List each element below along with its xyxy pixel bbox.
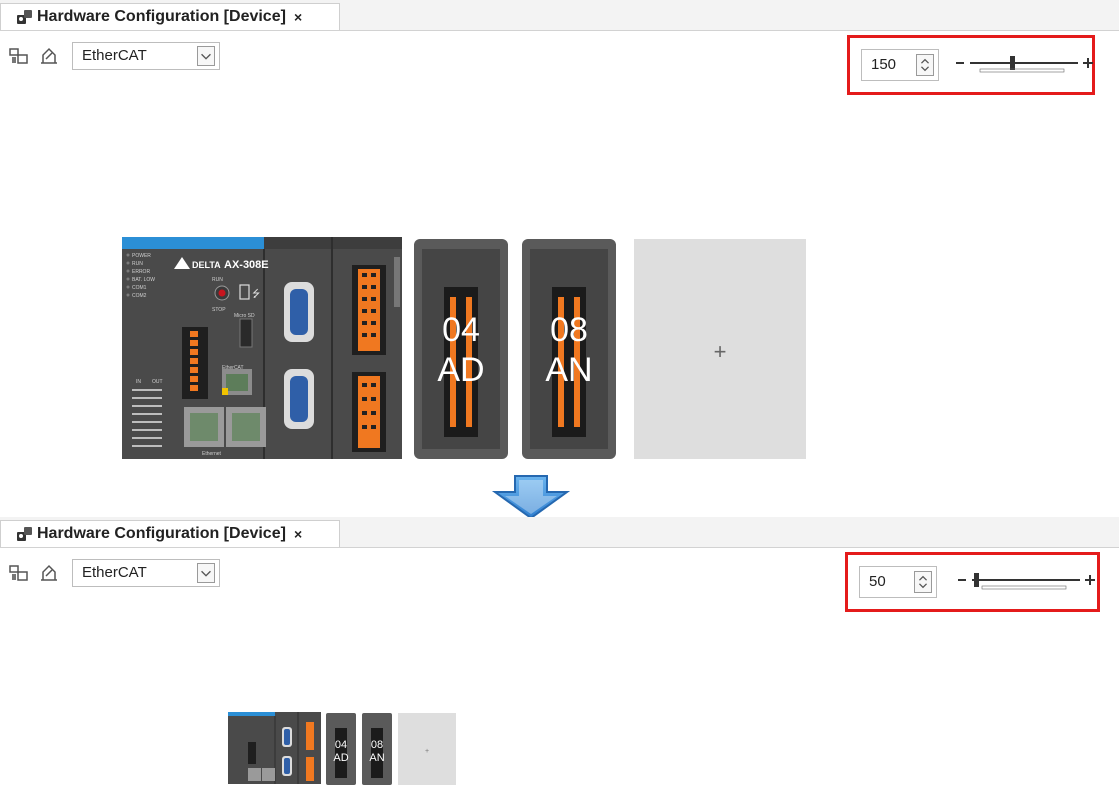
cpu-module[interactable]: POWER RUN ERROR BAT. LOW COM1 COM2 RUN S… <box>122 237 402 459</box>
cpu-module[interactable] <box>228 712 321 784</box>
scan-icon[interactable] <box>38 562 60 584</box>
tab-title: Hardware Configuration [Device] <box>37 525 286 542</box>
scan-icon[interactable] <box>38 45 60 67</box>
out-label: OUT <box>152 379 163 385</box>
io-module-08an[interactable]: 08 AN <box>522 239 616 459</box>
tab-hardware-configuration[interactable]: Hardware Configuration [Device] × <box>0 3 340 30</box>
led-label: COM2 <box>132 293 147 299</box>
protocol-value: EtherCAT <box>82 47 147 64</box>
module-type: AN <box>369 752 384 764</box>
spin-updown-icon[interactable] <box>914 571 932 593</box>
brand-label: DELTA <box>192 260 221 270</box>
add-module-slot[interactable]: + <box>634 239 806 459</box>
tab-hardware-configuration[interactable]: Hardware Configuration [Device] × <box>0 520 340 547</box>
close-icon[interactable]: × <box>294 526 302 542</box>
protocol-select[interactable]: EtherCAT <box>72 42 220 70</box>
led-label: BAT. LOW <box>132 277 155 283</box>
io-module-04ad[interactable]: 04 AD <box>326 713 356 785</box>
device-rack-drawing: 04 AD 08 AN + <box>228 712 456 785</box>
close-icon[interactable]: × <box>294 9 302 25</box>
device-tree-icon[interactable] <box>8 45 30 67</box>
microsd-label: Micro SD <box>234 313 255 319</box>
device-rack-drawing: POWER RUN ERROR BAT. LOW COM1 COM2 RUN S… <box>122 237 806 459</box>
zoom-slider[interactable] <box>952 568 1102 598</box>
zoom-slider[interactable] <box>950 51 1100 81</box>
led-label: RUN <box>132 261 143 267</box>
in-label: IN <box>136 379 141 385</box>
hardware-tab-icon <box>17 527 32 541</box>
module-type: AD <box>437 351 484 389</box>
arrow-down-icon <box>491 475 571 520</box>
hardware-tab-icon <box>17 10 32 24</box>
hardware-config-panel-zoom-150: Hardware Configuration [Device] × EtherC… <box>0 0 1119 470</box>
spin-updown-icon[interactable] <box>916 54 934 76</box>
protocol-select[interactable]: EtherCAT <box>72 559 220 587</box>
tab-bar: Hardware Configuration [Device] × <box>0 517 1119 548</box>
module-code: 08 <box>550 311 588 349</box>
zoom-value: 150 <box>871 56 897 73</box>
zoom-control-highlight: 150 <box>847 35 1095 95</box>
zoom-input[interactable]: 150 <box>861 49 939 81</box>
device-tree-icon[interactable] <box>8 562 30 584</box>
io-module-04ad[interactable]: 04 AD <box>414 239 508 459</box>
led-label: COM1 <box>132 285 147 291</box>
add-module-slot[interactable]: + <box>398 713 456 785</box>
toolbar: EtherCAT 50 <box>0 552 1119 612</box>
led-label: ERROR <box>132 269 150 275</box>
zoom-value: 50 <box>869 573 886 590</box>
device-rack: POWER RUN ERROR BAT. LOW COM1 COM2 RUN S… <box>122 237 812 462</box>
zoom-thumb <box>974 573 979 587</box>
device-rack: 04 AD 08 AN + <box>228 712 460 788</box>
dropdown-arrow-icon[interactable] <box>197 563 215 583</box>
led-label: POWER <box>132 253 151 259</box>
ethernet-label: Ethernet <box>202 451 222 457</box>
tab-bar: Hardware Configuration [Device] × <box>0 0 1119 31</box>
io-module-08an[interactable]: 08 AN <box>362 713 392 785</box>
run-label: RUN <box>212 277 223 283</box>
stop-label: STOP <box>212 307 226 313</box>
add-slot-plus: + <box>714 339 727 364</box>
module-code: 04 <box>335 739 347 751</box>
add-slot-plus: + <box>425 748 429 755</box>
toolbar: EtherCAT 150 <box>0 35 1119 95</box>
module-code: 04 <box>442 311 480 349</box>
zoom-input[interactable]: 50 <box>859 566 937 598</box>
zoom-thumb <box>1010 56 1015 70</box>
svg-text:⭍: ⭍ <box>252 288 260 300</box>
module-code: 08 <box>371 739 383 751</box>
module-type: AN <box>545 351 592 389</box>
protocol-value: EtherCAT <box>82 564 147 581</box>
hardware-config-panel-zoom-50: Hardware Configuration [Device] × EtherC… <box>0 517 1119 785</box>
zoom-control-highlight: 50 <box>845 552 1100 612</box>
dropdown-arrow-icon[interactable] <box>197 46 215 66</box>
module-type: AD <box>333 752 348 764</box>
tab-title: Hardware Configuration [Device] <box>37 8 286 25</box>
model-label: AX-308E <box>224 259 269 271</box>
